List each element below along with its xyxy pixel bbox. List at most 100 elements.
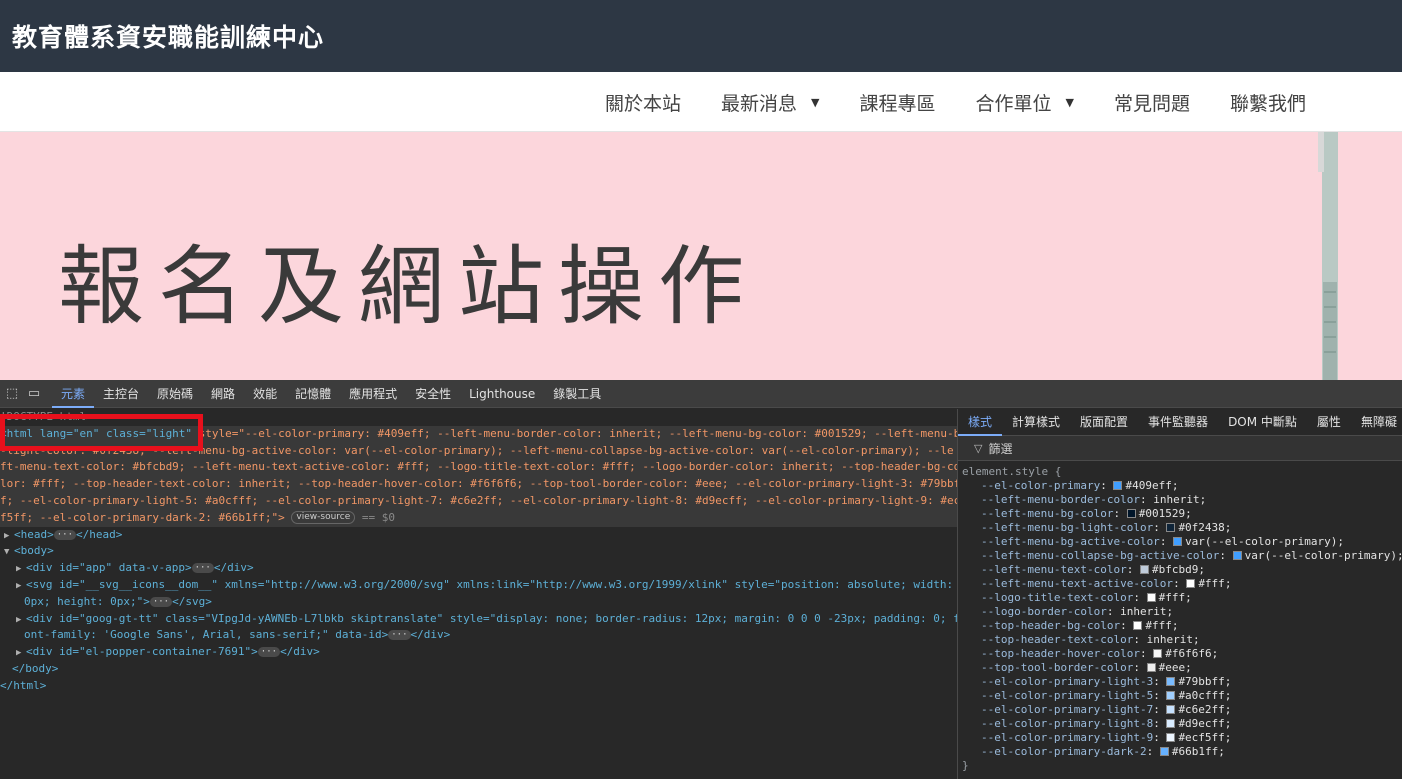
svg-node[interactable]: ▶ <svg id="__svg__icons__dom__" xmlns="ht… <box>0 577 957 594</box>
collapsed-ellipsis-icon[interactable]: ··· <box>149 596 173 607</box>
style-prop-line[interactable]: --el-color-primary-light-9: #ecf5ff; <box>962 731 1402 745</box>
color-swatch-icon[interactable] <box>1166 733 1176 742</box>
prop-value[interactable]: inherit <box>1120 605 1166 618</box>
prop-name[interactable]: --left-menu-text-active-color <box>981 577 1173 590</box>
color-swatch-icon[interactable] <box>1113 481 1123 490</box>
devtools-tab-6[interactable]: 應用程式 <box>340 380 406 408</box>
prop-name[interactable]: --el-color-primary-light-3 <box>981 675 1153 688</box>
style-prop-line[interactable]: --left-menu-bg-active-color: var(--el-co… <box>962 535 1402 549</box>
prop-value[interactable]: #eee <box>1159 661 1186 674</box>
prop-value[interactable]: #79bbff <box>1178 675 1224 688</box>
color-swatch-icon[interactable] <box>1146 593 1156 602</box>
sidebar-tab-5[interactable]: 屬性 <box>1307 409 1351 436</box>
body-node[interactable]: ▼ <body> <box>0 543 957 560</box>
style-prop-line[interactable]: --top-header-hover-color: #f6f6f6; <box>962 647 1402 661</box>
prop-name[interactable]: --top-header-bg-color <box>981 619 1120 632</box>
expand-triangle-icon[interactable]: ▶ <box>4 528 14 545</box>
sidebar-tab-3[interactable]: 事件監聽器 <box>1138 409 1218 436</box>
color-swatch-icon[interactable] <box>1133 621 1143 630</box>
nav-item-0[interactable]: 關於本站 <box>605 89 681 116</box>
head-node[interactable]: ▶ <head> ··· </head> <box>0 527 957 544</box>
devtools-tab-8[interactable]: Lighthouse <box>460 380 544 408</box>
prop-value[interactable]: #409eff <box>1125 479 1171 492</box>
style-prop-line[interactable]: --top-header-text-color: inherit; <box>962 633 1402 647</box>
style-prop-line[interactable]: --left-menu-bg-light-color: #0f2438; <box>962 521 1402 535</box>
devtools-tab-3[interactable]: 網路 <box>202 380 244 408</box>
app-div-node[interactable]: ▶ <div id="app" data-v-app> ··· </div> <box>0 560 957 577</box>
style-prop-line[interactable]: --el-color-primary-dark-2: #66b1ff; <box>962 745 1402 759</box>
prop-value[interactable]: inherit <box>1147 633 1193 646</box>
collapse-triangle-icon[interactable]: ▼ <box>4 544 14 561</box>
style-prop-line[interactable]: --el-color-primary-light-5: #a0cfff; <box>962 689 1402 703</box>
style-prop-line[interactable]: --el-color-primary-light-7: #c6e2ff; <box>962 703 1402 717</box>
expand-triangle-icon[interactable]: ▶ <box>16 561 26 578</box>
style-prop-line[interactable]: --left-menu-bg-color: #001529; <box>962 507 1402 521</box>
prop-value[interactable]: var(--el-color-primary) <box>1245 549 1397 562</box>
prop-name[interactable]: --left-menu-bg-active-color <box>981 535 1160 548</box>
sidebar-tab-6[interactable]: 無障礙 <box>1351 409 1402 436</box>
devtools-tab-7[interactable]: 安全性 <box>406 380 460 408</box>
expand-triangle-icon[interactable]: ▶ <box>16 645 26 662</box>
prop-name[interactable]: --left-menu-text-color <box>981 563 1127 576</box>
color-swatch-icon[interactable] <box>1166 691 1176 700</box>
expand-triangle-icon[interactable]: ▶ <box>16 612 26 629</box>
color-swatch-icon[interactable] <box>1126 509 1136 518</box>
color-swatch-icon[interactable] <box>1159 747 1169 756</box>
prop-value[interactable]: #fff <box>1159 591 1186 604</box>
popper-div-node[interactable]: ▶ <div id="el-popper-container-7691"> ··· <… <box>0 644 957 661</box>
prop-value[interactable]: #d9ecff <box>1178 717 1224 730</box>
prop-value[interactable]: inherit <box>1153 493 1199 506</box>
prop-name[interactable]: --left-menu-collapse-bg-active-color <box>981 549 1219 562</box>
prop-name[interactable]: --top-header-hover-color <box>981 647 1140 660</box>
style-prop-line[interactable]: --top-header-bg-color: #fff; <box>962 619 1402 633</box>
prop-name[interactable]: --el-color-primary-light-5 <box>981 689 1153 702</box>
view-source-badge[interactable]: view-source <box>291 511 356 525</box>
prop-name[interactable]: --left-menu-bg-light-color <box>981 521 1153 534</box>
goog-div-node[interactable]: ▶ <div id="goog-gt-tt" class="VIpgJd-yAWN… <box>0 611 957 628</box>
color-swatch-icon[interactable] <box>1166 523 1176 532</box>
prop-value[interactable]: #a0cfff <box>1178 689 1224 702</box>
nav-item-5[interactable]: 聯繫我們 <box>1230 89 1306 116</box>
style-prop-line[interactable]: --logo-title-text-color: #fff; <box>962 591 1402 605</box>
devtools-tab-4[interactable]: 效能 <box>244 380 286 408</box>
sidebar-tab-4[interactable]: DOM 中斷點 <box>1218 409 1307 436</box>
collapsed-ellipsis-icon[interactable]: ··· <box>53 529 77 540</box>
color-swatch-icon[interactable] <box>1232 551 1242 560</box>
style-prop-line[interactable]: --left-menu-collapse-bg-active-color: va… <box>962 549 1402 563</box>
color-swatch-icon[interactable] <box>1166 677 1176 686</box>
prop-value[interactable]: #f6f6f6 <box>1165 647 1211 660</box>
collapsed-ellipsis-icon[interactable]: ··· <box>388 630 411 641</box>
color-swatch-icon[interactable] <box>1166 705 1176 714</box>
nav-item-3[interactable]: 合作單位 ▼ <box>975 89 1073 116</box>
color-swatch-icon[interactable] <box>1166 719 1176 728</box>
prop-value[interactable]: #001529 <box>1139 507 1185 520</box>
style-prop-line[interactable]: --logo-border-color: inherit; <box>962 605 1402 619</box>
prop-name[interactable]: --el-color-primary <box>981 479 1100 492</box>
prop-name[interactable]: --el-color-primary-light-9 <box>981 731 1153 744</box>
color-swatch-icon[interactable] <box>1186 579 1196 588</box>
prop-name[interactable]: --logo-border-color <box>981 605 1107 618</box>
prop-value[interactable]: #fff <box>1198 577 1225 590</box>
nav-item-2[interactable]: 課程專區 <box>859 89 935 116</box>
prop-name[interactable]: --el-color-primary-dark-2 <box>981 745 1147 758</box>
prop-value[interactable]: #c6e2ff <box>1178 703 1224 716</box>
prop-name[interactable]: --el-color-primary-light-7 <box>981 703 1153 716</box>
nav-item-1[interactable]: 最新消息 ▼ <box>721 89 819 116</box>
devtools-tab-1[interactable]: 主控台 <box>94 380 148 408</box>
nav-item-4[interactable]: 常見問題 <box>1114 89 1190 116</box>
style-prop-line[interactable]: --el-color-primary-light-8: #d9ecff; <box>962 717 1402 731</box>
styles-filter[interactable]: ▽ 篩選 <box>958 436 1402 461</box>
style-prop-line[interactable]: --el-color-primary-light-3: #79bbff; <box>962 675 1402 689</box>
prop-value[interactable]: #ecf5ff <box>1178 731 1224 744</box>
collapsed-ellipsis-icon[interactable]: ··· <box>257 647 281 658</box>
devtools-tab-9[interactable]: 錄製工具 <box>544 380 610 408</box>
color-swatch-icon[interactable] <box>1146 663 1156 672</box>
html-open-tag[interactable]: <html lang="en" class="light" <box>0 427 192 440</box>
devtools-tab-5[interactable]: 記憶體 <box>286 380 340 408</box>
prop-name[interactable]: --top-tool-border-color <box>981 661 1133 674</box>
devtools-tab-0[interactable]: 元素 <box>52 380 95 408</box>
style-prop-line[interactable]: --left-menu-border-color: inherit; <box>962 493 1402 507</box>
prop-name[interactable]: --left-menu-bg-color <box>981 507 1113 520</box>
sidebar-tab-1[interactable]: 計算樣式 <box>1002 409 1070 436</box>
device-toolbar-icon[interactable]: ▭ <box>24 384 44 404</box>
